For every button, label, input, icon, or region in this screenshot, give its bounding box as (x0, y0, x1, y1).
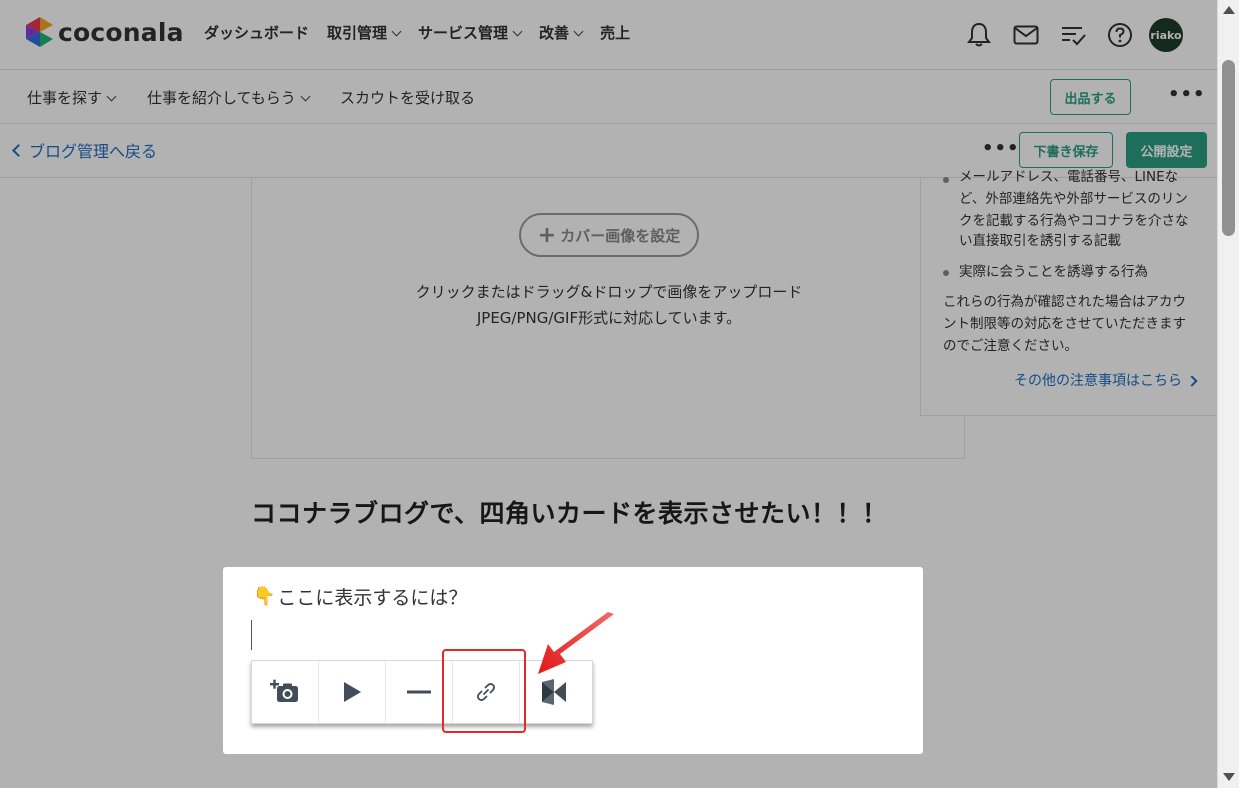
scroll-down-arrow-icon[interactable] (1223, 773, 1235, 781)
notice-text: ど、外部連絡先や外部サービスのリン (959, 191, 1188, 207)
notice-text: メールアドレス、電話番号、LINEな (959, 169, 1179, 185)
back-to-blog-management-link[interactable]: ブログ管理へ戻る (12, 138, 157, 162)
set-cover-image-label: カバー画像を設定 (560, 226, 681, 245)
scrollbar-thumb[interactable] (1222, 60, 1235, 236)
help-icon[interactable] (1105, 20, 1135, 50)
coconala-logo[interactable]: coconala (26, 17, 184, 47)
nav-transactions-label: 取引管理 (327, 24, 388, 42)
cover-hint-upload: クリックまたはドラッグ&ドロップで画像をアップロード (415, 283, 803, 301)
cover-hint-formats: JPEG/PNG/GIF形式に対応しています。 (476, 309, 742, 327)
coconala-logo-mark-icon (26, 17, 53, 47)
add-image-icon (270, 679, 298, 702)
subnav-scout-label: スカウトを受け取る (340, 89, 476, 107)
publish-settings-button[interactable]: 公開設定 (1126, 132, 1207, 168)
nav-improve-label: 改善 (539, 24, 570, 42)
subnav-get-referred-label: 仕事を紹介してもらう (147, 89, 296, 107)
task-list-icon[interactable] (1058, 20, 1088, 50)
sub-nav: 仕事を探す 仕事を紹介してもらう スカウトを受け取る 出品する ••• (0, 70, 1217, 124)
divider-line-icon (407, 690, 431, 694)
nav-dashboard[interactable]: ダッシュボード (204, 22, 309, 43)
mail-icon[interactable] (1011, 20, 1041, 50)
subnav-find-work[interactable]: 仕事を探す (27, 87, 117, 108)
scroll-up-arrow-icon[interactable] (1223, 6, 1235, 14)
back-link-label: ブログ管理へ戻る (29, 142, 158, 161)
pointing-down-emoji: 👇 (253, 586, 276, 607)
notice-panel: メールアドレス、電話番号、LINEな ど、外部連絡先や外部サービスのリン クを記… (920, 169, 1216, 416)
add-image-button[interactable] (252, 661, 319, 723)
chevron-down-icon (106, 91, 117, 101)
chevron-down-icon (512, 26, 523, 36)
more-menu-icon[interactable]: ••• (1168, 84, 1206, 105)
embed-card-icon (541, 679, 566, 705)
chevron-down-icon (300, 91, 311, 101)
article-title[interactable]: ココナラブログで、四角いカードを表示させたい！！！ (251, 494, 888, 530)
paragraph-block[interactable]: 👇 ここに表示するには？ (253, 583, 467, 610)
bell-icon[interactable] (964, 20, 994, 50)
notice-text: 実際に会うことを誘導する行為 (959, 264, 1148, 280)
notice-text: い直接取引を誘引する記載 (959, 233, 1121, 249)
plus-icon: + (537, 222, 557, 248)
link-button-highlight-box (442, 649, 526, 733)
sell-button[interactable]: 出品する (1050, 79, 1131, 115)
bullet-icon (943, 177, 949, 183)
notice-text: これらの行為が確認された場合はアカウ (943, 294, 1186, 310)
nav-dashboard-label: ダッシュボード (204, 24, 310, 42)
nav-transactions[interactable]: 取引管理 (327, 22, 402, 43)
main-nav: ダッシュボード 取引管理 サービス管理 改善 売上 (204, 22, 648, 43)
other-notices-label: その他の注意事項はこちら (1014, 373, 1182, 389)
top-header: coconala ダッシュボード 取引管理 サービス管理 改善 売上 riako (0, 0, 1217, 70)
chevron-right-icon (1186, 375, 1198, 387)
subnav-get-referred[interactable]: 仕事を紹介してもらう (147, 87, 311, 108)
nav-services[interactable]: サービス管理 (418, 22, 523, 43)
bullet-icon (943, 270, 949, 276)
other-notices-link[interactable]: その他の注意事項はこちら (1014, 370, 1198, 392)
subnav-scout[interactable]: スカウトを受け取る (340, 87, 475, 108)
editor-more-icon[interactable]: ••• (982, 138, 1020, 159)
page-scrollbar[interactable] (1217, 0, 1239, 788)
text-cursor (251, 620, 252, 650)
chevron-down-icon (391, 26, 402, 36)
notice-text: ント制限等の対応をさせていただきます (943, 316, 1186, 332)
red-pointer-arrow-icon (538, 612, 614, 674)
header-icons: riako (964, 18, 1183, 52)
nav-improve[interactable]: 改善 (539, 22, 584, 43)
subnav-find-work-label: 仕事を探す (27, 89, 103, 107)
cover-image-dropzone[interactable]: + カバー画像を設定 クリックまたはドラッグ&ドロップで画像をアップロード JP… (251, 178, 965, 459)
notice-text: のでご注意ください。 (943, 338, 1078, 354)
notice-text: クを記載する行為やココナラを介さな (959, 213, 1189, 229)
chevron-left-icon (12, 143, 25, 157)
avatar[interactable]: riako (1149, 18, 1183, 52)
video-play-icon (344, 682, 361, 702)
save-draft-button[interactable]: 下書き保存 (1019, 132, 1113, 168)
nav-sales-label: 売上 (600, 24, 631, 42)
chevron-down-icon (573, 26, 584, 36)
nav-services-label: サービス管理 (418, 24, 509, 42)
nav-sales[interactable]: 売上 (600, 22, 630, 43)
paragraph-text: ここに表示するには？ (277, 587, 468, 609)
set-cover-image-button[interactable]: + カバー画像を設定 (519, 213, 699, 257)
logo-wordmark: coconala (58, 17, 184, 47)
add-video-button[interactable] (319, 661, 386, 723)
